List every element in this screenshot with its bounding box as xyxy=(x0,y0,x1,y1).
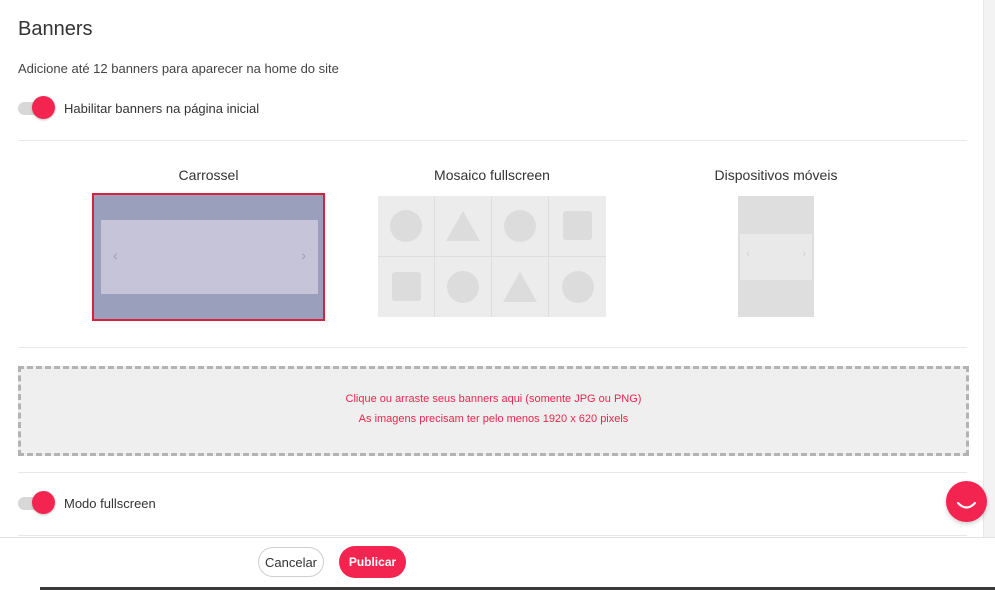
fullscreen-mode-row: Modo fullscreen xyxy=(18,491,156,515)
toggle-knob xyxy=(32,96,55,119)
page-subtitle: Adicione até 12 banners para aparecer na… xyxy=(18,61,339,76)
footer-bar xyxy=(0,537,995,588)
mosaic-grid xyxy=(378,196,606,317)
carousel-preview-thumbnail[interactable]: ‹ › xyxy=(92,193,325,321)
divider xyxy=(18,347,967,348)
layout-option-mobile[interactable]: Dispositivos móveis xyxy=(700,167,852,185)
scrollbar-track[interactable] xyxy=(983,0,995,537)
mobile-slide-preview: ‹ › xyxy=(740,234,812,280)
triangle-shape-icon xyxy=(446,210,480,241)
layout-option-mosaic[interactable]: Mosaico fullscreen xyxy=(378,167,606,185)
circle-shape-icon xyxy=(447,270,479,303)
layout-option-carousel[interactable]: Carrossel xyxy=(92,167,325,185)
mosaic-cell xyxy=(378,196,435,257)
fullscreen-mode-label: Modo fullscreen xyxy=(64,495,156,511)
mosaic-cell xyxy=(549,257,606,318)
chevron-left-icon: ‹ xyxy=(113,247,118,263)
toggle-knob xyxy=(32,491,55,514)
layout-mobile-label: Dispositivos móveis xyxy=(714,167,838,183)
mosaic-cell xyxy=(378,256,435,317)
divider xyxy=(18,472,967,473)
chevron-left-icon: ‹ xyxy=(746,248,750,260)
mosaic-cell xyxy=(549,196,606,257)
chevron-right-icon: › xyxy=(802,248,806,260)
chat-widget-button[interactable] xyxy=(946,481,987,522)
banner-upload-dropzone[interactable]: Clique ou arraste seus banners aqui (som… xyxy=(18,366,969,456)
mosaic-preview-thumbnail[interactable] xyxy=(378,196,606,317)
banners-panel: Banners Adicione até 12 banners para apa… xyxy=(0,0,983,537)
carousel-slide-preview: ‹ › xyxy=(101,220,318,294)
triangle-shape-icon xyxy=(503,271,537,302)
enable-banners-toggle[interactable] xyxy=(18,96,56,120)
mosaic-cell xyxy=(492,196,549,257)
page-title: Banners xyxy=(18,18,93,40)
mobile-preview-thumbnail[interactable]: ‹ › xyxy=(738,196,814,317)
mosaic-cell xyxy=(435,196,492,257)
square-shape-icon xyxy=(563,211,592,241)
enable-banners-label: Habilitar banners na página inicial xyxy=(64,100,260,116)
circle-shape-icon xyxy=(561,270,594,303)
dropzone-requirement: As imagens precisam ter pelo menos 1920 … xyxy=(358,413,629,425)
dropzone-instruction: Clique ou arraste seus banners aqui (som… xyxy=(345,393,642,405)
circle-shape-icon xyxy=(504,209,536,242)
chat-smile-icon xyxy=(956,501,977,509)
enable-banners-row: Habilitar banners na página inicial xyxy=(18,96,259,120)
mosaic-cell xyxy=(492,256,549,317)
publish-button[interactable]: Publicar xyxy=(339,546,406,578)
layout-carousel-label: Carrossel xyxy=(178,167,239,183)
divider xyxy=(18,140,967,141)
divider xyxy=(18,535,967,536)
chevron-right-icon: › xyxy=(301,247,306,263)
mosaic-cell xyxy=(435,256,492,317)
fullscreen-mode-toggle[interactable] xyxy=(18,491,56,515)
square-shape-icon xyxy=(391,272,421,302)
circle-shape-icon xyxy=(390,209,422,242)
layout-mosaic-label: Mosaico fullscreen xyxy=(434,167,550,183)
cancel-button[interactable]: Cancelar xyxy=(258,547,324,577)
